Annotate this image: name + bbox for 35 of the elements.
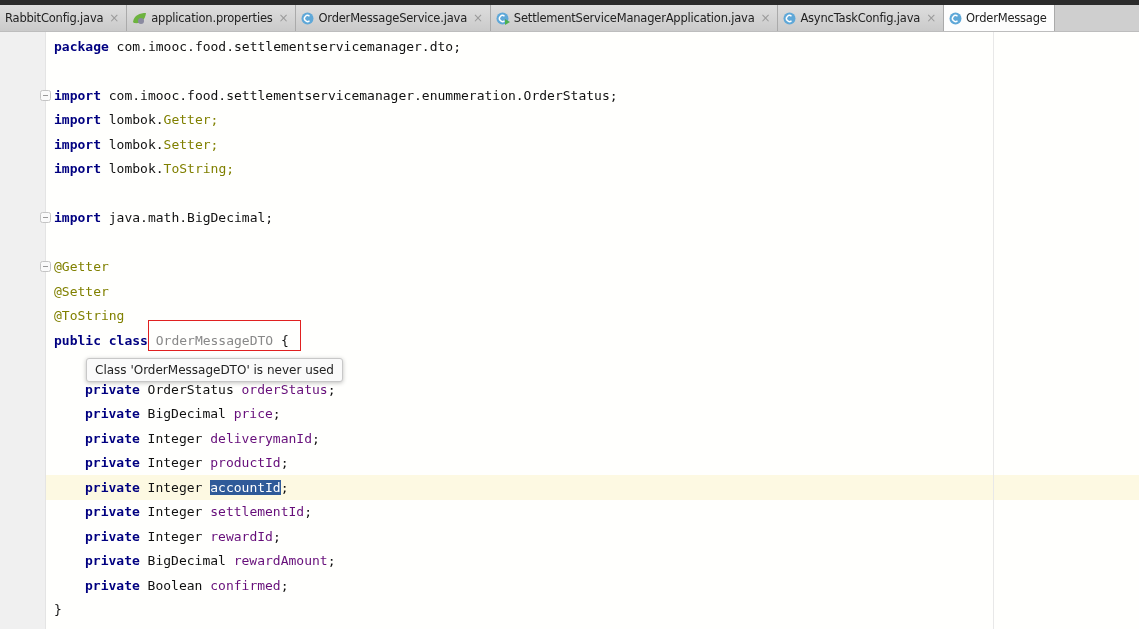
file-tab[interactable]: OrderMessageService.java × bbox=[296, 5, 491, 31]
code-line: private Integer settlementId; bbox=[85, 504, 312, 520]
code-line: private Integer rewardId; bbox=[85, 528, 281, 544]
file-tab[interactable]: RabbitConfig.java × bbox=[0, 5, 128, 31]
class-icon bbox=[783, 11, 797, 25]
code-line: private BigDecimal rewardAmount; bbox=[85, 553, 336, 569]
file-tab[interactable]: OrderMessage bbox=[944, 5, 1055, 31]
tooltip: Class 'OrderMessageDTO' is never used bbox=[86, 358, 343, 382]
code-line: } bbox=[54, 602, 62, 618]
code-line: @Setter bbox=[54, 283, 109, 299]
code-line: import lombok.Getter; bbox=[54, 112, 219, 128]
class-icon bbox=[949, 11, 962, 25]
code-line: @ToString bbox=[54, 308, 125, 324]
file-tab[interactable]: SettlementServiceManagerApplication.java × bbox=[490, 5, 779, 31]
class-icon bbox=[301, 11, 315, 25]
code-line: private BigDecimal price; bbox=[85, 406, 281, 422]
class-run-icon bbox=[495, 11, 510, 25]
file-tab[interactable]: application.properties × bbox=[127, 5, 297, 31]
fold-icon[interactable] bbox=[40, 261, 51, 273]
fold-icon[interactable] bbox=[40, 89, 51, 101]
code-line: @Getter bbox=[54, 259, 109, 275]
code-line: private Integer deliverymanId; bbox=[85, 430, 320, 446]
code-line: private Integer accountId; bbox=[85, 479, 289, 495]
file-tab[interactable]: AsyncTaskConfig.java × bbox=[778, 5, 944, 31]
fold-icon[interactable] bbox=[40, 212, 51, 224]
code-line: public class OrderMessageDTO { bbox=[54, 332, 289, 348]
code-line: private Integer productId; bbox=[85, 455, 289, 471]
leaf-icon bbox=[132, 11, 148, 25]
code-line: import lombok.Setter; bbox=[54, 136, 219, 152]
code-line: private OrderStatus orderStatus; bbox=[85, 381, 336, 397]
code-line: private Boolean confirmed; bbox=[85, 577, 289, 593]
code-line: import lombok.ToString; bbox=[54, 161, 235, 177]
code-line: import com.imooc.food.settlementservicemanager.enummeration.OrderStatus; bbox=[54, 87, 618, 103]
code-line: package com.imooc.food.settlementservicemanager.dto; bbox=[54, 38, 461, 54]
code-line: import java.math.BigDecimal; bbox=[54, 210, 274, 226]
